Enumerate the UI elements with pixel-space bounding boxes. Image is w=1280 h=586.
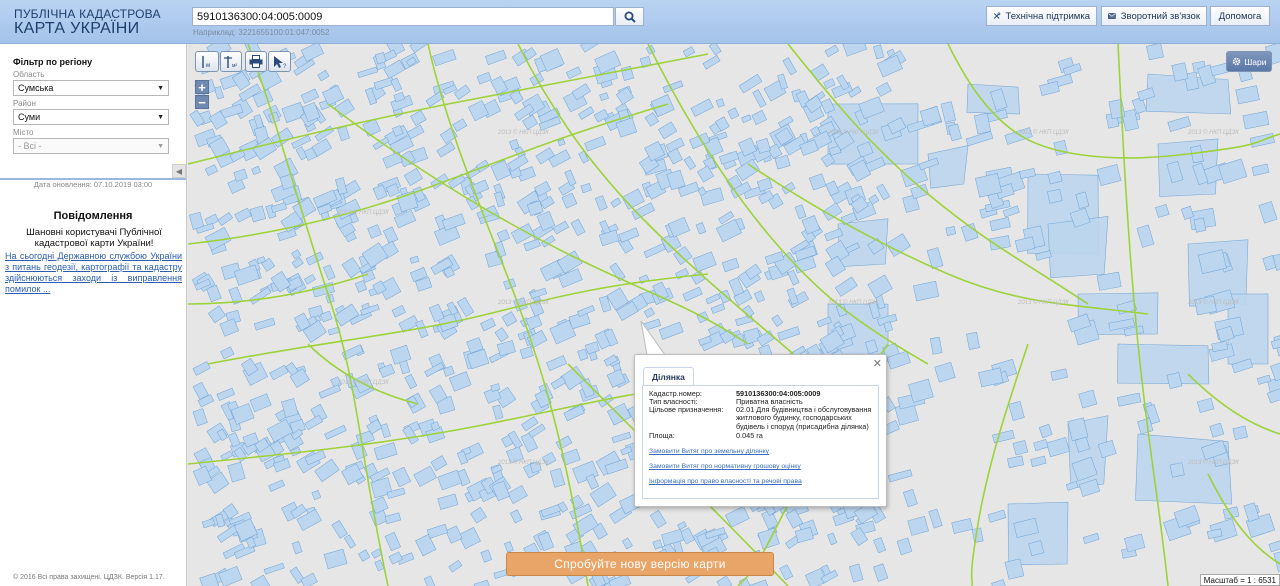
help-button[interactable]: Допомога [1210,6,1270,26]
dropdown-arrow-icon: ▼ [157,84,164,92]
rayon-label: Район [13,99,36,108]
row-key: Площа: [649,431,675,440]
svg-text:2013 © НКП ЦДЗК: 2013 © НКП ЦДЗК [497,129,549,136]
ruler-icon: м [202,55,210,69]
misto-value: - Всі - [18,141,42,151]
help-label: Допомога [1218,10,1262,22]
oblast-select[interactable]: Сумська ▼ [13,80,169,96]
cursor-question-icon: ? [273,55,287,69]
svg-text:2013 © НКП ЦДЗК: 2013 © НКП ЦДЗК [337,379,389,386]
tech-support-button[interactable]: Технічна підтримка [986,6,1097,26]
zoom-in-label: + [198,79,206,95]
tools-icon [993,12,1001,19]
measure-area-tool[interactable]: м² [220,51,242,72]
logo-line2: КАРТА УКРАЇНИ [14,20,140,37]
rayon-value: Суми [18,112,41,122]
chevron-left-icon: ◀ [175,166,183,176]
svg-text:2013 © НКП ЦДЗК: 2013 © НКП ЦДЗК [1187,299,1239,306]
rayon-select[interactable]: Суми ▼ [13,109,169,125]
search-hint: Наприклад: 3221655100:01:047:0052 [193,28,330,37]
dropdown-arrow-icon: ▼ [157,113,164,121]
map-scale: Масштаб = 1 : 6531 [1199,574,1280,586]
zoom-in-button[interactable]: + [195,80,209,94]
ownership-info-link[interactable]: Інформація про право власності та речові… [649,478,802,485]
search-button[interactable] [615,7,644,26]
close-icon[interactable]: ✕ [873,357,882,370]
tech-support-label: Технічна підтримка [1005,10,1091,22]
zoom-out-label: − [198,94,206,110]
svg-text:2013 © НКП ЦДЗК: 2013 © НКП ЦДЗК [1187,459,1239,466]
copyright: © 2016 Всі права захищені. ЦДЗК. Версія … [13,574,165,581]
print-button[interactable] [245,51,267,72]
area-icon: м² [224,55,237,69]
notice-text: Шановні користувачі Публічної кадастрово… [26,227,162,249]
logo-line1: ПУБЛІЧНА КАДАСТРОВА [14,7,161,21]
envelope-icon [1108,13,1116,19]
svg-text:2013 © НКП ЦДЗК: 2013 © НКП ЦДЗК [337,209,389,216]
search-icon [624,11,636,23]
cadastre-search-input[interactable] [192,7,614,26]
misto-label: Місто [13,128,34,137]
sidebar: Фільтр по регіону Область Сумська ▼ Райо… [0,44,187,586]
order-valuation-extract-link[interactable]: Замовити Витяг про нормативну грошову оц… [649,463,801,470]
svg-text:2013 © НКП ЦДЗК: 2013 © НКП ЦДЗК [497,459,549,466]
zoom-out-button[interactable]: − [195,95,209,109]
oblast-label: Область [13,70,45,79]
update-date: Дата оновлення: 07.10.2019 03:00 [33,180,153,189]
notice-link[interactable]: На сьогодні Державною службою України з … [5,251,182,295]
dropdown-arrow-icon: ▼ [157,142,164,150]
misto-select[interactable]: - Всі - ▼ [13,138,169,154]
svg-text:2013 © НКП ЦДЗК: 2013 © НКП ЦДЗК [1017,129,1069,136]
row-key: Цільове призначення: [649,405,724,414]
row-value: 0.045 га [736,431,763,440]
print-icon [249,55,263,68]
notice-title: Повідомлення [53,210,133,222]
svg-text:м: м [206,63,210,69]
header: ПУБЛІЧНА КАДАСТРОВА КАРТА УКРАЇНИ Наприк… [0,0,1280,44]
layers-label: Шари [1244,56,1267,67]
svg-text:?: ? [283,64,287,69]
row-value: 02.01 Для будівництва і обслуговування ж… [736,405,872,431]
gear-icon [1232,57,1240,66]
oblast-value: Сумська [18,83,54,93]
svg-text:2013 © НКП ЦДЗК: 2013 © НКП ЦДЗК [1017,299,1069,306]
map-canvas[interactable]: 2013 © НКП ЦДЗК 2013 © НКП ЦДЗК 2013 © НКП… [188,44,1280,586]
measure-distance-tool[interactable]: м [195,51,219,72]
parcel-info-popup: ✕ Ділянка Кадастр.номер: 5910136300:04:0… [634,354,887,507]
layers-button[interactable]: Шари [1226,51,1272,72]
svg-text:2013 © НКП ЦДЗК: 2013 © НКП ЦДЗК [497,299,549,306]
feedback-label: Зворотний зв'язок [1120,10,1200,22]
svg-text:2013 © НКП ЦДЗК: 2013 © НКП ЦДЗК [827,129,879,136]
region-filter: Фільтр по регіону Область Сумська ▼ Райо… [0,44,186,178]
svg-text:2013 © НКП ЦДЗК: 2013 © НКП ЦДЗК [827,299,879,306]
logo[interactable]: ПУБЛІЧНА КАДАСТРОВА КАРТА УКРАЇНИ [14,8,161,37]
popup-pointer [640,321,667,357]
identify-tool[interactable]: ? [268,51,291,72]
collapse-sidebar-button[interactable]: ◀ [172,164,186,178]
svg-text:м²: м² [232,63,237,69]
svg-text:2013 © НКП ЦДЗК: 2013 © НКП ЦДЗК [1187,129,1239,136]
order-parcel-extract-link[interactable]: Замовити Витяг про земельну ділянку [649,448,769,455]
tab-parcel[interactable]: Ділянка [643,367,694,386]
try-new-version-button[interactable]: Спробуйте нову версію карти [506,552,774,576]
filter-title: Фільтр по регіону [13,57,93,67]
popup-body: Кадастр.номер: 5910136300:04:005:0009 Ти… [642,385,879,499]
feedback-button[interactable]: Зворотний зв'язок [1101,6,1207,26]
